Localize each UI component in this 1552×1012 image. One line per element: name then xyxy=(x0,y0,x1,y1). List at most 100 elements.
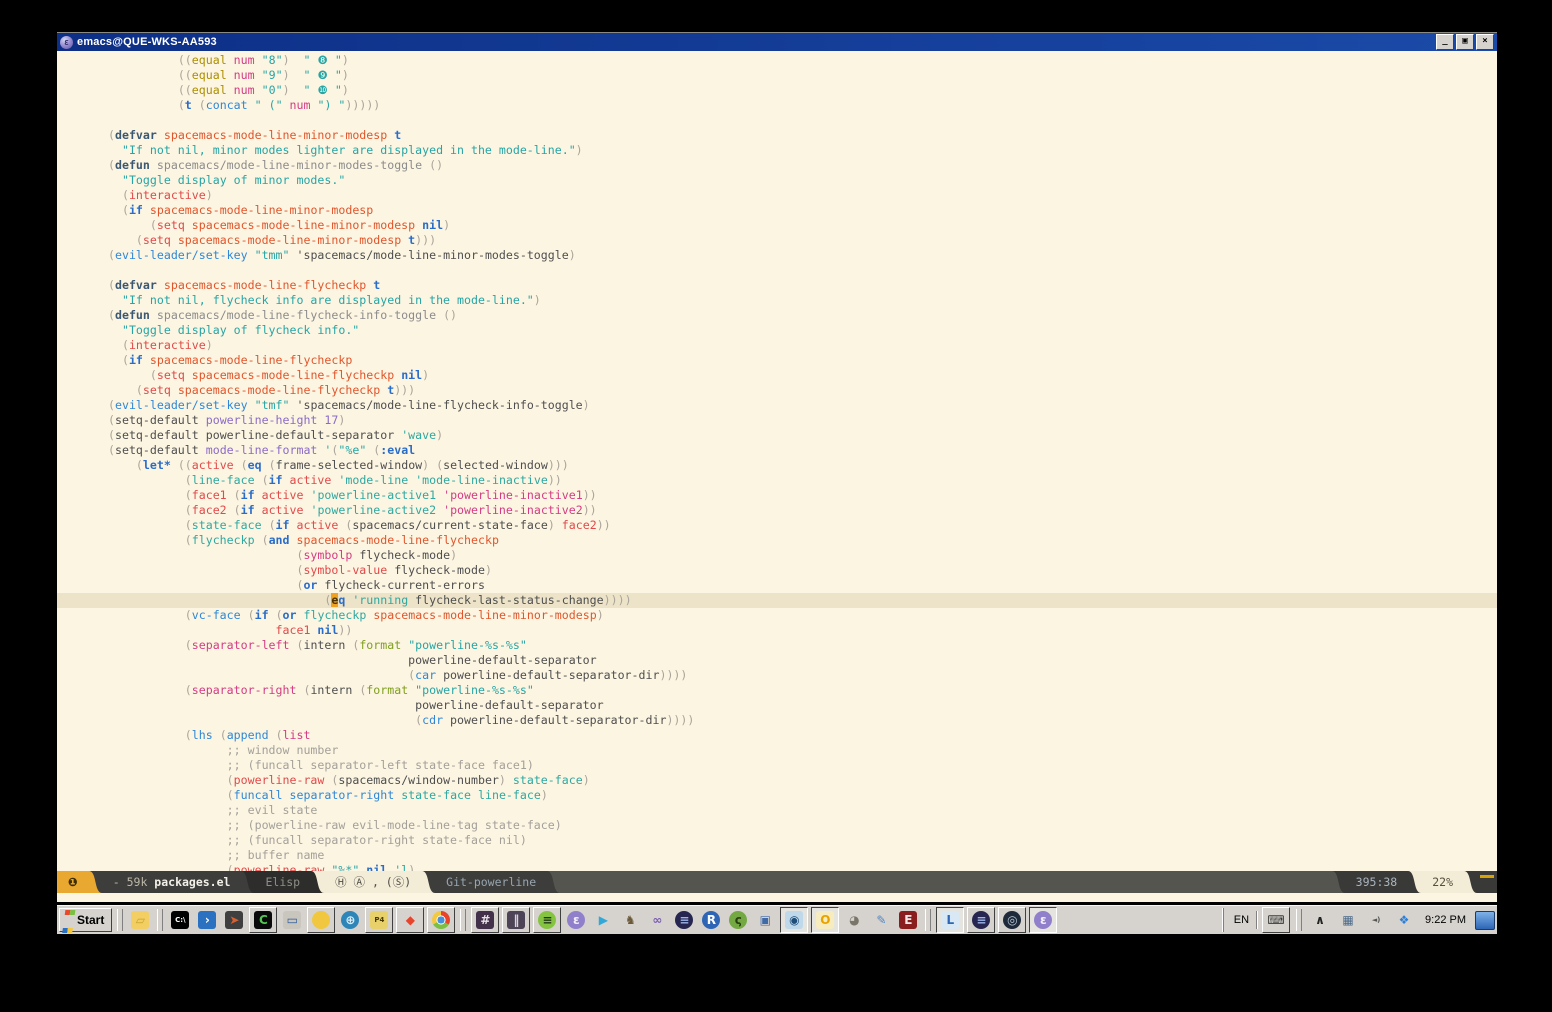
fill-segment[interactable] xyxy=(560,871,1332,893)
wave-separator-icon xyxy=(241,871,254,893)
spotify-icon[interactable]: ≡ xyxy=(533,907,561,933)
steam-icon[interactable]: ◎ xyxy=(998,907,1026,933)
cmd-prompt-icon-glyph: C:\ xyxy=(171,911,189,929)
internet-globe-icon[interactable]: ⊕ xyxy=(338,908,362,932)
equalizer-app-icon[interactable]: ‖ xyxy=(502,907,530,933)
remote-desktop-icon[interactable]: ▭ xyxy=(280,908,304,932)
remote-desktop-icon-glyph: ▭ xyxy=(283,911,301,929)
r-language-icon-glyph: R xyxy=(702,911,720,929)
hidden-icons-chevron-icon[interactable]: ∧ xyxy=(1308,908,1332,932)
powershell-icon[interactable]: › xyxy=(195,908,219,932)
gimp-icon[interactable]: ◕ xyxy=(842,908,866,932)
code-line: (cdr powerline-default-separator-dir)))) xyxy=(57,713,1497,728)
eye-app-icon[interactable]: ◉ xyxy=(780,907,808,933)
wave-separator-icon xyxy=(1464,871,1477,893)
title-bar[interactable]: ε emacs@QUE-WKS-AA593 _ ▣ × xyxy=(57,33,1497,51)
dropbox-tray-icon[interactable]: ❖ xyxy=(1392,908,1416,932)
taskbar-handle[interactable] xyxy=(1296,909,1302,931)
eclipse-icon[interactable]: ≡ xyxy=(672,908,696,932)
code-line: (car powerline-default-separator-dir)))) xyxy=(57,668,1497,683)
code-line: (face2 (if active 'powerline-active2 'po… xyxy=(57,503,1497,518)
speaker-tray-icon[interactable]: ◄) xyxy=(1364,908,1388,932)
vc-branch-segment[interactable]: Git-powerline xyxy=(435,871,547,893)
network-tray-icon[interactable]: ▦ xyxy=(1336,908,1360,932)
gimp-icon-glyph: ◕ xyxy=(845,911,863,929)
l-app-icon[interactable]: L xyxy=(936,907,964,933)
taskbar-handle[interactable] xyxy=(157,909,163,931)
close-button[interactable]: × xyxy=(1476,34,1494,50)
code-line: (interactive) xyxy=(57,188,1497,203)
window-title: emacs@QUE-WKS-AA593 xyxy=(77,36,1432,48)
cyberduck-icon[interactable] xyxy=(307,907,335,933)
git-icon[interactable]: ◆ xyxy=(396,907,424,933)
code-line: (separator-right (intern (format "powerl… xyxy=(57,683,1497,698)
dragon-mascot-icon-glyph: ς xyxy=(729,911,747,929)
feather-pen-icon-glyph: ✎ xyxy=(872,911,890,929)
desktop-screen: ε emacs@QUE-WKS-AA593 _ ▣ × ((equal num … xyxy=(57,32,1497,934)
start-button[interactable]: Start xyxy=(59,908,112,932)
code-line: ((equal num "0") " ❿ ") xyxy=(57,83,1497,98)
feather-pen-icon[interactable]: ✎ xyxy=(869,908,893,932)
buffer-info-segment[interactable]: - 59k packages.el xyxy=(102,871,242,893)
r-language-icon[interactable]: R xyxy=(699,908,723,932)
visual-studio-icon-glyph: ∞ xyxy=(648,911,666,929)
minimize-button[interactable]: _ xyxy=(1436,34,1454,50)
buffer-percent-segment[interactable]: 22% xyxy=(1421,871,1464,893)
slack-channel-icon[interactable]: # xyxy=(471,907,499,933)
minibuffer-echo-area[interactable] xyxy=(57,893,1497,902)
code-line: ((equal num "9") " ❾ ") xyxy=(57,68,1497,83)
system-tray: EN ⌨ ∧ ▦ ◄) ❖ 9:22 PM xyxy=(1223,908,1495,932)
taskbar-handle[interactable] xyxy=(460,909,466,931)
outlook-icon[interactable]: O xyxy=(811,907,839,933)
taskbar-handle[interactable] xyxy=(117,909,123,931)
speaker-tray-icon-glyph: ◄) xyxy=(1367,911,1385,929)
network-tray-icon-glyph: ▦ xyxy=(1339,911,1357,929)
keyboard-tray-icon[interactable]: ⌨ xyxy=(1262,907,1290,933)
code-line: (interactive) xyxy=(57,338,1497,353)
powershell-icon-glyph: › xyxy=(198,911,216,929)
l-app-icon-glyph: L xyxy=(941,911,959,929)
emacs-task-icon-glyph: ε xyxy=(1034,911,1052,929)
eclipse-icon-glyph: ≡ xyxy=(675,911,693,929)
restore-button[interactable]: ▣ xyxy=(1456,34,1474,50)
mode-line: ❶ - 59k packages.el Elisp Ⓗ Ⓐ , (Ⓢ) Git-powe… xyxy=(57,871,1497,893)
display-app-icon[interactable]: ➤ xyxy=(222,908,246,932)
intellij-icon[interactable]: E xyxy=(896,908,920,932)
explorer-folder-icon[interactable]: ▱ xyxy=(128,908,152,932)
keyboard-tray-icon-glyph: ⌨ xyxy=(1267,911,1285,929)
visual-studio-icon[interactable]: ∞ xyxy=(645,908,669,932)
chrome-icon[interactable] xyxy=(427,907,455,933)
cmd-prompt-icon[interactable]: C:\ xyxy=(168,908,192,932)
minor-modes-segment[interactable]: Ⓗ Ⓐ , (Ⓢ) xyxy=(324,871,422,893)
taskbar-handle[interactable] xyxy=(925,909,931,931)
google-play-icon[interactable]: ▶ xyxy=(591,908,615,932)
emacs-window: ε emacs@QUE-WKS-AA593 _ ▣ × ((equal num … xyxy=(57,32,1497,900)
tray-divider xyxy=(1256,911,1257,929)
line-column-segment[interactable]: 395:38 xyxy=(1345,871,1409,893)
console-icon[interactable]: C xyxy=(249,907,277,933)
show-desktop-button[interactable] xyxy=(1475,911,1495,930)
wave-separator-icon xyxy=(547,871,560,893)
code-line: "If not nil, minor modes lighter are dis… xyxy=(57,143,1497,158)
console-icon-glyph: C xyxy=(254,911,272,929)
window-number-segment[interactable]: ❶ xyxy=(57,871,89,893)
tray-icons: ⌨ ∧ ▦ ◄) ❖ xyxy=(1262,907,1416,933)
emacs-quicklaunch-icon[interactable]: ε xyxy=(564,908,588,932)
taskbar-clock[interactable]: 9:22 PM xyxy=(1421,914,1470,926)
position-hud-segment[interactable] xyxy=(1477,871,1497,893)
dragon-mascot-icon[interactable]: ς xyxy=(726,908,750,932)
google-play-icon-glyph: ▶ xyxy=(594,911,612,929)
vnc-computer-icon[interactable]: ▣ xyxy=(753,908,777,932)
perforce-p4-icon[interactable]: P4 xyxy=(365,907,393,933)
major-mode-segment[interactable]: Elisp xyxy=(254,871,311,893)
language-indicator[interactable]: EN xyxy=(1232,914,1251,926)
emacs-task-icon[interactable]: ε xyxy=(1029,907,1057,933)
code-line: (setq spacemacs-mode-line-flycheckp nil) xyxy=(57,368,1497,383)
code-line: (setq spacemacs-mode-line-minor-modesp t… xyxy=(57,233,1497,248)
eclipse-window-icon[interactable]: ≡ xyxy=(967,907,995,933)
buffer-text[interactable]: ((equal num "8") " ❽ ") ((equal num "9")… xyxy=(57,51,1497,871)
mascot-app-icon[interactable]: ♞ xyxy=(618,908,642,932)
code-line: "Toggle display of flycheck info." xyxy=(57,323,1497,338)
internet-globe-icon-glyph: ⊕ xyxy=(341,911,359,929)
code-line: "Toggle display of minor modes." xyxy=(57,173,1497,188)
